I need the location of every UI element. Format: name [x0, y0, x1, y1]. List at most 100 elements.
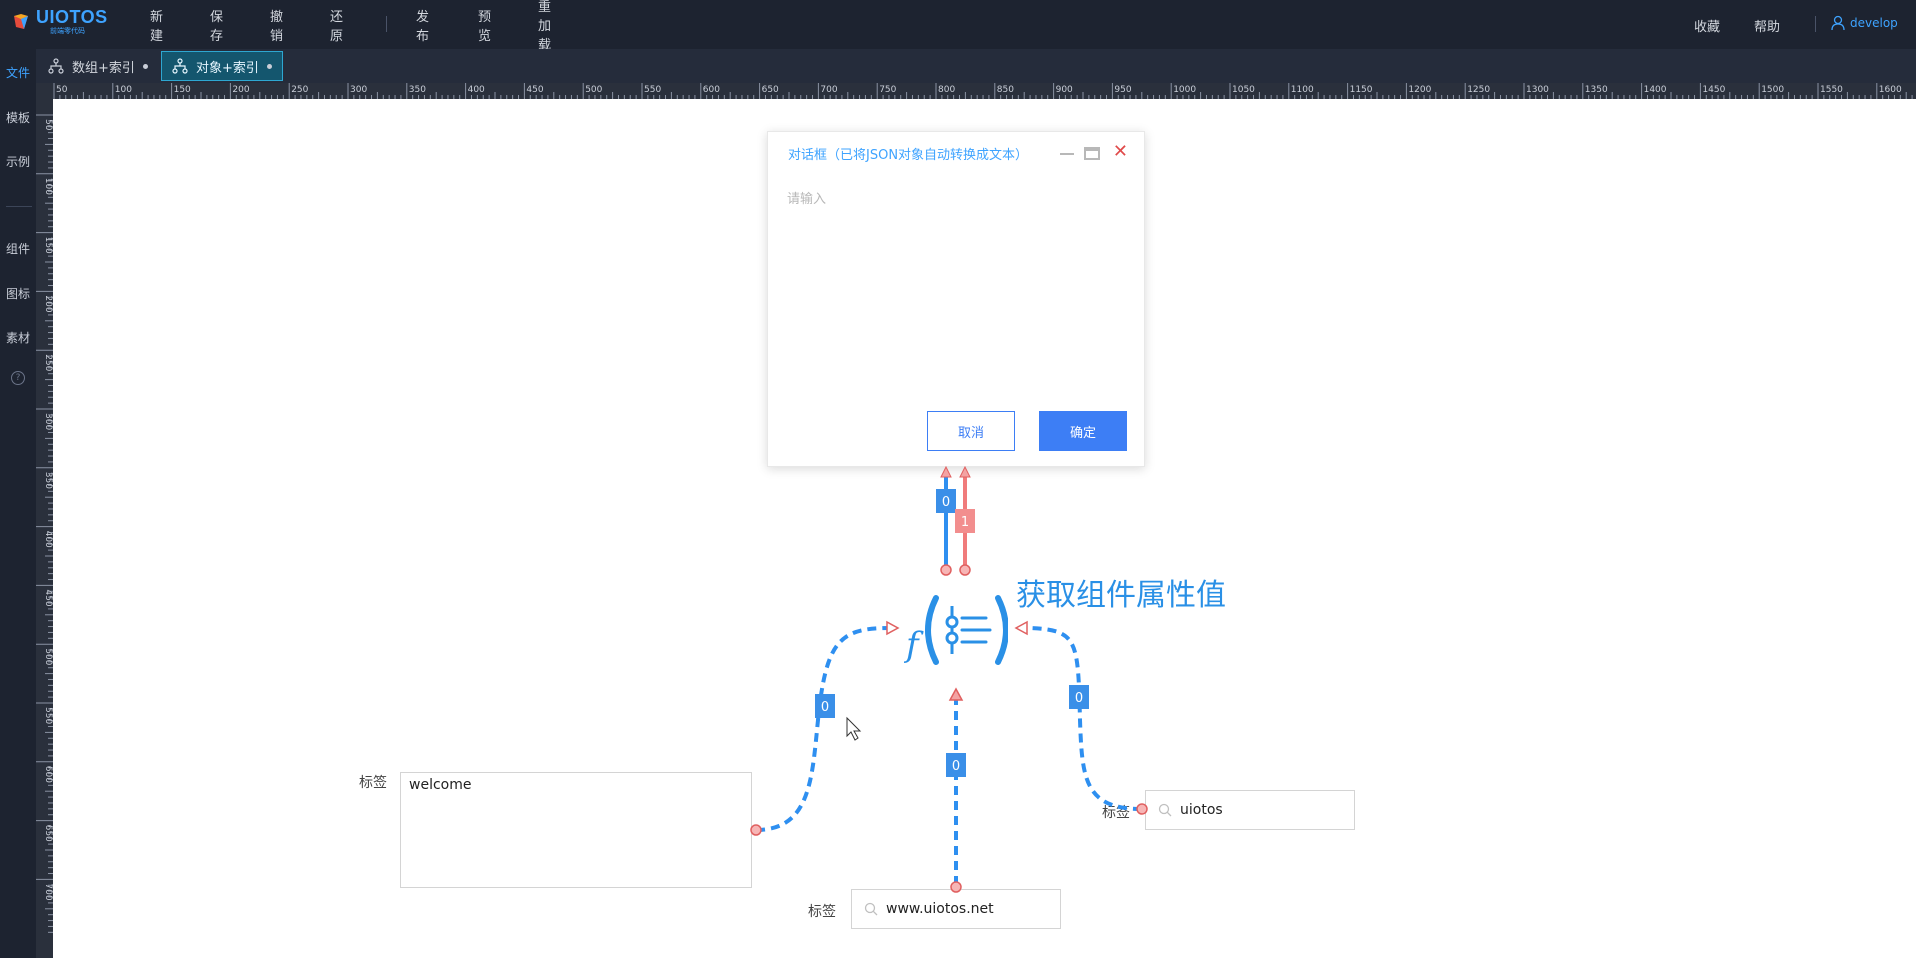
maximize-icon[interactable]: [1084, 147, 1100, 160]
ruler-label: 1500: [1761, 85, 1784, 95]
app-logo[interactable]: UIOTOS 前端零代码: [12, 8, 108, 35]
tab-array-index[interactable]: 数组+索引: [38, 51, 158, 81]
search-value: uiotos: [1180, 802, 1223, 818]
ruler-label: 600: [703, 85, 720, 95]
search-value: www.uiotos.net: [886, 901, 994, 917]
text-area[interactable]: welcome: [400, 772, 752, 888]
ruler-label: 550: [644, 85, 661, 95]
unsaved-dot-icon: [266, 63, 272, 69]
ruler-label: 1550: [1820, 85, 1843, 95]
ruler-label: 1350: [1585, 85, 1608, 95]
ruler-label: 500: [43, 648, 53, 665]
ruler-label: 1600: [1879, 85, 1902, 95]
ruler-label: 900: [1056, 85, 1073, 95]
minimize-icon[interactable]: [1060, 153, 1074, 155]
ruler-label: 50: [56, 85, 68, 95]
dialog-text-input[interactable]: 请输入: [787, 188, 826, 207]
ruler-label: 1450: [1702, 85, 1725, 95]
ruler-label: 1000: [1173, 85, 1196, 95]
ruler-label: 1400: [1644, 85, 1667, 95]
ruler-label: 300: [43, 413, 53, 430]
search-icon: [864, 902, 878, 916]
redo-button[interactable]: 还原: [330, 6, 343, 44]
save-button[interactable]: 保存: [210, 6, 223, 44]
ruler-horizontal[interactable]: 50 100 150 200 250 300 350 400 450 500 550 600 650 70…: [36, 83, 1916, 99]
ok-button[interactable]: 确定: [1039, 411, 1127, 451]
tab-bar: 数组+索引 对象+索引: [0, 49, 1916, 83]
ruler-label: 1100: [1291, 85, 1314, 95]
ruler-label: 250: [43, 354, 53, 371]
ruler-label: 150: [43, 237, 53, 254]
ruler-label: 1050: [1232, 85, 1255, 95]
ruler-label: 50: [43, 119, 53, 131]
ruler-label: 1300: [1526, 85, 1549, 95]
user-menu[interactable]: develop: [1830, 15, 1898, 31]
function-node-title: 获取组件属性值: [1016, 578, 1226, 613]
ruler-label: 750: [879, 85, 896, 95]
reload-button[interactable]: 重加载: [538, 0, 551, 53]
ruler-ticks: 50 100 150 200 250 300 350 400 450 500 550 600 650 70…: [36, 114, 53, 933]
sidebar-item-assets[interactable]: 素材: [0, 329, 36, 346]
flow-icon: [172, 58, 188, 74]
ruler-label: 100: [43, 178, 53, 195]
unsaved-dot-icon: [142, 63, 148, 69]
ruler-label: 850: [997, 85, 1014, 95]
ruler-label: 550: [43, 707, 53, 724]
ruler-ticks: 50 100 150 200 250 300 350 400 450 500 550 600 650 70…: [53, 83, 1913, 99]
search-input-right[interactable]: uiotos: [1145, 790, 1355, 830]
tab-label: 对象+索引: [196, 60, 259, 76]
user-icon: [1831, 15, 1845, 31]
ruler-label: 700: [43, 883, 53, 900]
sidebar-item-examples[interactable]: 示例: [0, 153, 36, 170]
close-icon[interactable]: ✕: [1113, 143, 1128, 161]
sidebar-divider: [6, 206, 32, 207]
logo-subtitle: 前端零代码: [50, 27, 85, 35]
favorites-button[interactable]: 收藏: [1694, 16, 1720, 35]
ruler-label: 150: [174, 85, 191, 95]
left-sidebar: 文件 模板 示例 组件 图标 素材 ?: [0, 49, 36, 958]
dialog-title: 对话框（已将JSON对象自动转换成文本）: [788, 148, 1029, 163]
ruler-label: 450: [43, 589, 53, 606]
search-label-right: 标签: [1102, 805, 1130, 821]
help-button[interactable]: 帮助: [1754, 16, 1780, 35]
ruler-label: 1150: [1350, 85, 1373, 95]
ruler-label: 800: [938, 85, 955, 95]
tab-label: 数组+索引: [72, 60, 135, 76]
sidebar-item-icons[interactable]: 图标: [0, 285, 36, 302]
search-input-bottom[interactable]: www.uiotos.net: [851, 889, 1061, 929]
ruler-label: 200: [43, 295, 53, 312]
ruler-label: 400: [468, 85, 485, 95]
menu-divider: [386, 16, 387, 32]
help-icon[interactable]: ?: [11, 371, 25, 385]
ruler-label: 950: [1114, 85, 1131, 95]
ruler-label: 100: [115, 85, 132, 95]
search-icon: [1158, 803, 1172, 817]
ruler-label: 1200: [1408, 85, 1431, 95]
svg-text:f: f: [904, 625, 924, 665]
cancel-button[interactable]: 取消: [927, 411, 1015, 451]
undo-button[interactable]: 撤销: [270, 6, 283, 44]
ruler-label: 450: [526, 85, 543, 95]
top-toolbar: UIOTOS 前端零代码 新建 保存 撤销 还原 发布 预览 重加载 收藏 帮助…: [0, 0, 1916, 53]
logo-name: UIOTOS: [36, 7, 108, 27]
ruler-vertical[interactable]: 50 100 150 200 250 300 350 400 450 500 550 600 650 70…: [36, 99, 53, 958]
ruler-label: 500: [585, 85, 602, 95]
sidebar-item-templates[interactable]: 模板: [0, 109, 36, 126]
ruler-label: 400: [43, 531, 53, 548]
user-name: develop: [1850, 16, 1898, 30]
logo-icon: [14, 13, 28, 29]
ruler-label: 1250: [1467, 85, 1490, 95]
sidebar-item-components[interactable]: 组件: [0, 240, 36, 257]
preview-button[interactable]: 预览: [478, 6, 491, 44]
tab-object-index[interactable]: 对象+索引: [161, 51, 283, 81]
dialog-component[interactable]: 对话框（已将JSON对象自动转换成文本） ✕ 请输入 取消 确定: [767, 131, 1145, 467]
sidebar-item-file[interactable]: 文件: [0, 64, 36, 81]
search-label-bottom: 标签: [808, 904, 836, 920]
new-button[interactable]: 新建: [150, 6, 163, 44]
function-node-icon[interactable]: f: [904, 592, 1008, 670]
ruler-label: 700: [820, 85, 837, 95]
ruler-label: 300: [350, 85, 367, 95]
ruler-label: 250: [291, 85, 308, 95]
ruler-label: 650: [762, 85, 779, 95]
publish-button[interactable]: 发布: [416, 6, 429, 44]
